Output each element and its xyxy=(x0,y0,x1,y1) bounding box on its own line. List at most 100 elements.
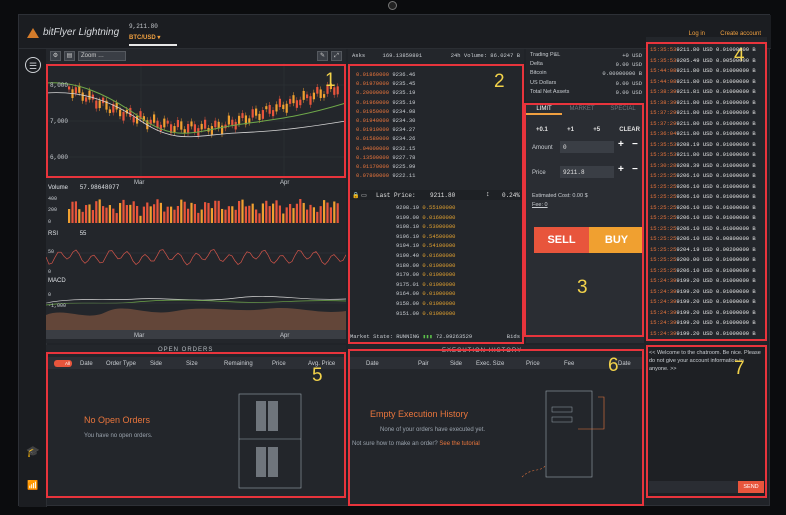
logo[interactable]: bitFlyer Lightning xyxy=(27,27,119,38)
trade-row: 15:38:399211.81 USD 0.01000000 B xyxy=(650,88,756,95)
ask-row[interactable]: 0.04000000 9232.15 xyxy=(356,145,415,152)
ask-row[interactable]: 0.01910000 9234.27 xyxy=(356,126,415,133)
candle xyxy=(278,98,281,108)
bid-row[interactable]: 9196.19 0.54500000 xyxy=(396,233,455,240)
execution-column-header[interactable]: Fee xyxy=(564,361,574,367)
open-orders-column-header[interactable]: Size xyxy=(186,361,198,367)
tab-special[interactable]: SPECIAL xyxy=(602,103,644,115)
graduation-cap-icon[interactable]: 🎓 xyxy=(25,444,41,460)
candle xyxy=(272,110,275,117)
bid-row[interactable]: 9158.00 0.01000000 xyxy=(396,300,455,307)
open-orders-column-header[interactable]: Price xyxy=(272,361,286,367)
bid-row[interactable]: 9190.40 0.01600000 xyxy=(396,252,455,259)
amount-minus-button[interactable]: − xyxy=(632,139,638,150)
bid-row[interactable]: 9180.00 0.01000000 xyxy=(396,262,455,269)
amount-plus-button[interactable]: + xyxy=(618,139,624,150)
execution-column-header[interactable]: Exec. Size xyxy=(476,361,504,367)
buy-button[interactable]: BUY xyxy=(589,227,644,253)
camera-dot xyxy=(388,1,397,10)
candle xyxy=(214,120,217,128)
volume-bar xyxy=(248,205,251,223)
bid-row[interactable]: 9179.00 0.01000000 xyxy=(396,271,455,278)
candle xyxy=(176,119,179,128)
sell-button[interactable]: SELL xyxy=(534,227,589,253)
volume-bar xyxy=(74,201,77,223)
execution-column-header[interactable]: Pair xyxy=(418,361,429,367)
chat-input[interactable] xyxy=(649,481,739,493)
volume-bar xyxy=(95,201,98,223)
clear-button[interactable]: CLEAR xyxy=(619,127,640,133)
open-orders-column-header[interactable]: Date xyxy=(80,361,93,367)
volume-bar xyxy=(71,201,74,223)
volume-bar xyxy=(187,208,190,223)
volume-bar xyxy=(316,211,319,223)
volume-bar xyxy=(81,211,84,223)
execution-column-header[interactable]: Side xyxy=(450,361,462,367)
bid-row[interactable]: 9164.00 0.01000000 xyxy=(396,290,455,297)
ask-row[interactable]: 0.07800000 9222.11 xyxy=(356,172,415,179)
chart-panel: ⚙ ▤ Zoom … ✎ ⤢ 8,000 7,000 6,000 Mar Apr… xyxy=(46,49,346,343)
ask-row[interactable]: 0.01940000 9234.30 xyxy=(356,117,415,124)
chart-type-icon[interactable]: ▤ xyxy=(64,51,75,61)
execution-column-header[interactable]: Date xyxy=(366,361,379,367)
expand-icon[interactable]: ⤢ xyxy=(331,51,342,61)
candle xyxy=(210,126,213,135)
volume-bar xyxy=(91,210,94,223)
volume-bar xyxy=(190,202,193,223)
volume-bar xyxy=(170,206,173,223)
open-orders-column-header[interactable]: Order Type xyxy=(106,361,136,367)
volume-bar xyxy=(299,199,302,223)
wifi-icon[interactable]: 📶 xyxy=(25,477,41,493)
bid-row[interactable]: 9175.01 0.01000000 xyxy=(396,281,455,288)
menu-icon[interactable]: ☰ xyxy=(25,57,41,73)
bid-row[interactable]: 9208.19 0.55100000 xyxy=(396,204,455,211)
ask-row[interactable]: 0.01170000 9225.99 xyxy=(356,163,415,170)
volume-value: 57.98648077 xyxy=(79,184,120,191)
candle xyxy=(68,86,71,90)
volume-bar xyxy=(159,202,162,223)
open-orders-column-header[interactable]: Remaining xyxy=(224,361,253,367)
ask-row[interactable]: 0.01960000 9235.19 xyxy=(356,99,415,106)
ask-row[interactable]: 0.01950000 9234.98 xyxy=(356,108,415,115)
ask-row[interactable]: 0.20000000 9235.19 xyxy=(356,89,415,96)
price-minus-button[interactable]: − xyxy=(632,164,638,175)
execution-column-header[interactable]: Date xyxy=(618,361,631,367)
add-5-button[interactable]: +5 xyxy=(593,127,600,133)
tab-market[interactable]: MARKET xyxy=(562,103,602,115)
add-1-button[interactable]: +1 xyxy=(567,127,574,133)
trade-row: 15:25:259206.10 USD 0.01000000 B xyxy=(650,193,756,200)
amount-input[interactable]: 0 xyxy=(560,141,614,153)
bid-row[interactable]: 9194.19 0.54100000 xyxy=(396,242,455,249)
candlestick-chart[interactable]: 8,000 7,000 6,000 Mar Apr xyxy=(46,63,346,188)
trade-row: 15:25:259206.10 USD 0.01000000 B xyxy=(650,182,756,190)
tutorial-link[interactable]: See the tutorial xyxy=(439,441,479,447)
candle xyxy=(227,115,230,125)
volume-chart: 400 200 0 xyxy=(48,196,339,225)
ask-row[interactable]: 0.13500000 9227.78 xyxy=(356,154,415,161)
all-toggle[interactable]: All xyxy=(54,360,72,367)
volume-bar xyxy=(258,213,261,223)
ask-row[interactable]: 0.01580000 9234.26 xyxy=(356,135,415,142)
send-button[interactable]: SEND xyxy=(738,481,764,493)
price-input[interactable]: 9211.8 xyxy=(560,166,614,178)
volume-bar xyxy=(156,199,159,223)
pencil-icon[interactable]: ✎ xyxy=(317,51,328,61)
estimated-cost: Estimated Cost: 0.00 $ xyxy=(532,193,588,199)
bid-row[interactable]: 9199.00 0.01600000 xyxy=(396,214,455,221)
open-orders-column-header[interactable]: Side xyxy=(150,361,162,367)
add-01-button[interactable]: +0.1 xyxy=(536,127,548,133)
price-plus-button[interactable]: + xyxy=(618,164,624,175)
ask-row[interactable]: 0.01860000 9236.46 xyxy=(356,71,415,78)
candle xyxy=(119,109,122,117)
zoom-select[interactable]: Zoom … xyxy=(78,51,126,61)
bid-row[interactable]: 9151.00 0.01000000 xyxy=(396,310,455,317)
bid-row[interactable]: 9198.10 0.53000000 xyxy=(396,223,455,230)
candle xyxy=(295,100,298,108)
execution-column-header[interactable]: Price xyxy=(526,361,540,367)
pair-selector[interactable]: BTC/USD ▾ xyxy=(129,34,177,46)
volume-bar xyxy=(285,207,288,223)
sort-icon[interactable]: ↕ xyxy=(486,191,490,198)
gear-icon[interactable]: ⚙ xyxy=(50,51,61,61)
tab-limit[interactable]: LIMIT xyxy=(526,103,562,115)
ask-row[interactable]: 0.01970000 9235.45 xyxy=(356,80,415,87)
